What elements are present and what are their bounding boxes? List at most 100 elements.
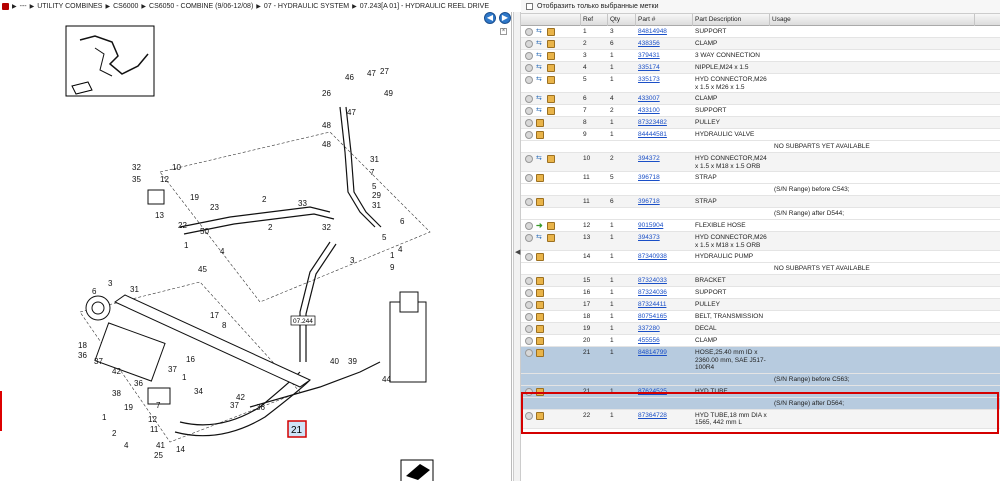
diagram-callout[interactable]: 48 [322,140,331,149]
diagram-callout[interactable]: 12 [160,175,169,184]
diagram-callout[interactable]: 23 [210,203,219,212]
cart-box-icon[interactable] [536,387,544,396]
diagram-callout[interactable]: 6 [92,287,97,296]
diagram-callout[interactable]: 12 [148,415,157,424]
cart-box-icon[interactable] [536,325,544,333]
diagram-callout[interactable]: 37 [230,401,239,410]
swap-icon[interactable]: ⇆ [536,76,544,84]
part-number-link[interactable]: 335173 [636,74,693,92]
info-icon[interactable] [525,95,533,103]
info-icon[interactable] [525,337,533,345]
part-row[interactable]: 14 1 87340938 HYDRAULIC PUMP [521,251,1000,263]
diagram-callout[interactable]: 1 [102,413,107,422]
info-icon[interactable] [525,313,533,321]
diagram-callout[interactable]: 47 [347,108,356,117]
info-icon[interactable] [525,387,533,396]
part-number-link[interactable]: 396718 [636,172,693,183]
diagram-callout[interactable]: 36 [256,403,265,412]
part-row[interactable]: 15 1 87324033 BRACKET [521,275,1000,287]
diagram-callout[interactable]: 27 [380,67,389,76]
diagram-callout[interactable]: 4 [124,441,129,450]
column-header-part-number[interactable]: Part # [636,14,693,26]
breadcrumb-item[interactable]: CS6000 [113,3,138,10]
diagram-callout[interactable]: 47 [367,69,376,78]
part-row[interactable]: 11 6 396718 STRAP [521,196,1000,208]
info-icon[interactable] [525,28,533,36]
diagram-callout[interactable]: 39 [348,357,357,366]
info-icon[interactable] [525,40,533,48]
swap-icon[interactable]: ⇆ [536,28,544,36]
swap-icon[interactable]: ⇆ [536,52,544,60]
part-row[interactable]: ⇆ 4 1 335174 NIPPLE,M24 x 1.5 [521,62,1000,74]
part-row[interactable]: ⇆ 2 6 438356 CLAMP [521,38,1000,50]
diagram-callout[interactable]: 36 [134,379,143,388]
diagram-callout[interactable]: 26 [322,89,331,98]
cart-box-icon[interactable] [536,301,544,309]
diagram-callout[interactable]: 1 [184,241,189,250]
cart-box-icon[interactable] [547,40,555,48]
diagram-callout[interactable]: 45 [198,265,207,274]
info-icon[interactable] [525,155,533,163]
part-number-link[interactable]: 87340938 [636,251,693,262]
diagram-callout[interactable]: 6 [400,217,405,226]
info-icon[interactable] [525,222,533,230]
cart-box-icon[interactable] [547,234,555,242]
diagram-callout[interactable]: 33 [298,199,307,208]
part-row[interactable]: ⇆ 13 1 394373 HYD CONNECTOR,M26 x 1.5 x M18 … [521,232,1000,251]
cart-box-icon[interactable] [536,411,544,420]
cart-box-icon[interactable] [536,131,544,139]
cart-box-icon[interactable] [547,64,555,72]
info-icon[interactable] [525,277,533,285]
cart-box-icon[interactable] [547,95,555,103]
part-number-link[interactable]: 87364728 [636,410,693,428]
part-row[interactable]: ⇆ 1 3 84814948 SUPPORT [521,26,1000,38]
swap-icon[interactable]: ⇆ [536,64,544,72]
diagram-callout[interactable]: 50 [200,227,209,236]
part-number-link[interactable]: 394373 [636,232,693,250]
swap-icon[interactable]: ⇆ [536,155,544,163]
diagram-callout[interactable]: 8 [222,321,227,330]
cart-box-icon[interactable] [536,337,544,345]
diagram-callout[interactable]: 32 [132,163,141,172]
part-row[interactable]: ⇆ 7 2 433100 SUPPORT [521,105,1000,117]
cart-box-icon[interactable] [536,253,544,261]
part-number-link[interactable]: 337280 [636,323,693,334]
cart-box-icon[interactable] [536,119,544,127]
diagram-callout[interactable]: 5 [372,182,377,191]
part-row[interactable]: 21 1 87624525 HYD TUBE [521,385,1000,398]
info-icon[interactable] [525,76,533,84]
info-icon[interactable] [525,411,533,420]
part-number-link[interactable]: 396718 [636,196,693,207]
diagram-callout[interactable]: 13 [155,211,164,220]
diagram-callout[interactable]: 2 [268,223,273,232]
collapse-arrow-icon[interactable]: ◀ [515,248,520,256]
column-header-usage[interactable]: Usage [770,14,975,26]
info-icon[interactable] [525,325,533,333]
diagram-callout[interactable]: 17 [210,311,219,320]
overview-thumbnail[interactable] [65,25,155,97]
diagram-callout[interactable]: 32 [322,223,331,232]
part-number-link[interactable]: 335174 [636,62,693,73]
info-icon[interactable] [525,198,533,206]
part-row[interactable]: 19 1 337280 DECAL [521,323,1000,335]
show-selected-only-checkbox[interactable] [526,3,533,10]
part-row[interactable]: 8 1 87323482 PULLEY [521,117,1000,129]
part-number-link[interactable]: 9015904 [636,220,693,231]
part-number-link[interactable]: 455556 [636,335,693,346]
part-row[interactable]: 16 1 87324036 SUPPORT [521,287,1000,299]
part-row[interactable]: 20 1 455556 CLAMP [521,335,1000,347]
part-number-link[interactable]: 87324411 [636,299,693,310]
part-row[interactable]: 21 1 84814799 HOSE,25.40 mm ID x 2360.00 mm… [521,347,1000,374]
diagram-callout[interactable]: 42 [112,367,121,376]
swap-icon[interactable]: ⇆ [536,40,544,48]
breadcrumb-item[interactable]: UTILITY COMBINES [37,3,102,10]
swap-icon[interactable]: ⇆ [536,234,544,242]
diagram-callout[interactable]: 49 [384,89,393,98]
part-number-link[interactable]: 87324033 [636,275,693,286]
part-number-link[interactable]: 433007 [636,93,693,104]
diagram-callout[interactable]: 16 [186,355,195,364]
info-icon[interactable] [525,253,533,261]
part-row[interactable]: ⇆ 10 2 394372 HYD CONNECTOR,M24 x 1.5 x M18 … [521,153,1000,172]
diagram-callout[interactable]: 34 [194,387,203,396]
breadcrumb-item[interactable]: CS6050 - COMBINE (9/06-12/08) [149,3,253,10]
